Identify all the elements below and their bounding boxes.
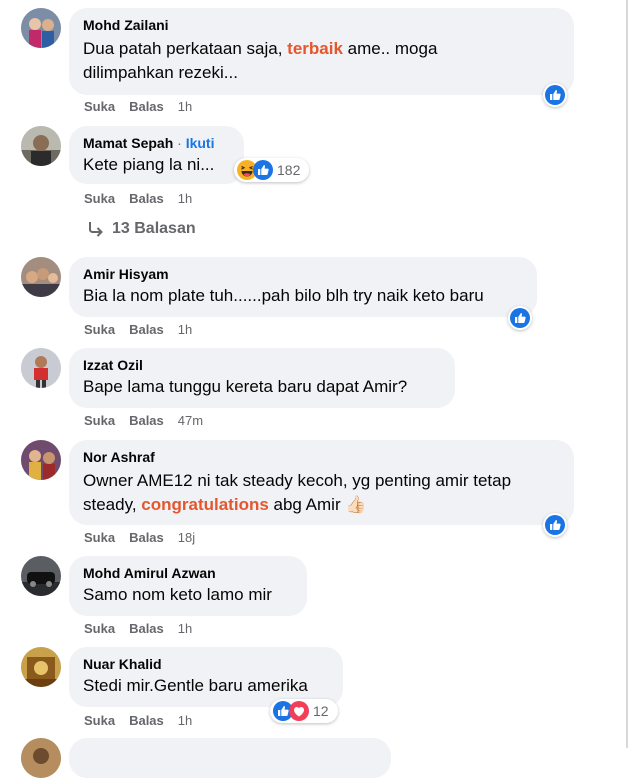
- comment-actions: Suka Balas 1h: [84, 322, 206, 338]
- highlighted-word: congratulations: [141, 495, 269, 514]
- avatar[interactable]: [21, 556, 61, 596]
- like-action[interactable]: Suka: [84, 191, 115, 207]
- comment-text-part: Owner AME12 ni tak steady kecoh, yg pent…: [83, 471, 512, 490]
- like-action[interactable]: Suka: [84, 621, 115, 637]
- avatar[interactable]: [21, 126, 61, 166]
- reaction-badge[interactable]: [543, 513, 567, 537]
- avatar[interactable]: [21, 348, 61, 388]
- timestamp[interactable]: 1h: [178, 322, 192, 338]
- reply-action[interactable]: Balas: [129, 322, 164, 338]
- like-action[interactable]: Suka: [84, 413, 115, 429]
- timestamp[interactable]: 47m: [178, 413, 203, 429]
- reaction-badge[interactable]: 182: [234, 158, 310, 182]
- reaction-count: 182: [277, 162, 301, 178]
- replies-count-label: 13 Balasan: [112, 220, 196, 237]
- comment-actions: Suka Balas 1h: [84, 713, 206, 729]
- reply-action[interactable]: Balas: [129, 713, 164, 729]
- like-action[interactable]: Suka: [84, 99, 115, 115]
- comment-text-part: Dua patah perkataan saja,: [83, 39, 288, 58]
- like-reaction-icon: [545, 85, 565, 105]
- comment-actions: Suka Balas 47m: [84, 413, 217, 429]
- avatar[interactable]: [21, 8, 61, 48]
- commenter-name[interactable]: Mohd Zailani: [83, 16, 560, 34]
- comment-text: Samo nom keto lamo mir: [83, 585, 272, 604]
- comment-text-part: abg Amir: [268, 495, 346, 514]
- like-reaction-icon: [545, 515, 565, 535]
- reply-arrow-icon: [89, 222, 103, 237]
- comment-text: Bia la nom plate tuh......pah bilo blh t…: [83, 286, 484, 305]
- love-reaction-icon: [289, 701, 309, 721]
- comment-bubble: Nuar Khalid Stedi mir.Gentle baru amerik…: [69, 647, 343, 707]
- comment-text: Dua patah perkataan saja, terbaik ame.. …: [83, 37, 560, 85]
- reaction-badge[interactable]: 12: [270, 699, 338, 723]
- comment-text: Stedi mir.Gentle baru amerika: [83, 676, 308, 695]
- comment-bubble: Izzat Ozil Bape lama tunggu kereta baru …: [69, 348, 455, 408]
- comment-text: Bape lama tunggu kereta baru dapat Amir?: [83, 377, 408, 396]
- timestamp[interactable]: 18j: [178, 530, 195, 546]
- separator-dot: ·: [173, 135, 186, 151]
- like-action[interactable]: Suka: [84, 322, 115, 338]
- commenter-name-row: Mamat Sepah · Ikuti: [83, 134, 230, 152]
- reply-action[interactable]: Balas: [129, 621, 164, 637]
- timestamp[interactable]: 1h: [178, 621, 192, 637]
- timestamp[interactable]: 1h: [178, 99, 192, 115]
- reply-action[interactable]: Balas: [129, 99, 164, 115]
- reaction-badge[interactable]: [508, 306, 532, 330]
- thumbs-up-emoji-icon: 👍🏻: [345, 495, 367, 514]
- view-replies-link[interactable]: 13 Balasan: [86, 219, 196, 239]
- commenter-name[interactable]: Nuar Khalid: [83, 655, 329, 673]
- comment-actions: Suka Balas 18j: [84, 530, 209, 546]
- comment-text-part: dilimpahkan rezeki...: [83, 63, 238, 82]
- comment-actions: Suka Balas 1h: [84, 191, 206, 207]
- comment-bubble: Mohd Amirul Azwan Samo nom keto lamo mir: [69, 556, 307, 616]
- reply-action[interactable]: Balas: [129, 530, 164, 546]
- timestamp[interactable]: 1h: [178, 713, 192, 729]
- commenter-name[interactable]: Izzat Ozil: [83, 356, 441, 374]
- comment-bubble: Nor Ashraf Owner AME12 ni tak steady kec…: [69, 440, 574, 525]
- timestamp[interactable]: 1h: [178, 191, 192, 207]
- like-action[interactable]: Suka: [84, 713, 115, 729]
- commenter-name[interactable]: Nor Ashraf: [83, 448, 560, 466]
- highlighted-word: terbaik: [287, 39, 343, 58]
- follow-button[interactable]: Ikuti: [186, 135, 215, 151]
- comment-actions: Suka Balas 1h: [84, 621, 206, 637]
- comment-text-part: steady,: [83, 495, 142, 514]
- avatar[interactable]: [21, 440, 61, 480]
- avatar[interactable]: [21, 257, 61, 297]
- reply-action[interactable]: Balas: [129, 413, 164, 429]
- comment-text: Kete piang la ni...: [83, 155, 215, 174]
- like-reaction-icon: [253, 160, 273, 180]
- like-reaction-icon: [510, 308, 530, 328]
- reply-action[interactable]: Balas: [129, 191, 164, 207]
- reaction-count: 12: [313, 703, 329, 719]
- comment-text-part: ame.. moga: [342, 39, 438, 58]
- comment-actions: Suka Balas 1h: [84, 99, 206, 115]
- commenter-name[interactable]: Mohd Amirul Azwan: [83, 564, 293, 582]
- avatar[interactable]: [21, 647, 61, 687]
- comment-bubble: Mamat Sepah · Ikuti Kete piang la ni...: [69, 126, 244, 184]
- comment-text: Owner AME12 ni tak steady kecoh, yg pent…: [83, 469, 560, 517]
- commenter-name[interactable]: Mamat Sepah: [83, 135, 173, 151]
- comment-bubble: Mohd Zailani Dua patah perkataan saja, t…: [69, 8, 574, 95]
- reaction-badge[interactable]: [543, 83, 567, 107]
- comment-bubble: [69, 738, 391, 778]
- avatar[interactable]: [21, 738, 61, 778]
- commenter-name[interactable]: Amir Hisyam: [83, 265, 523, 283]
- comment-bubble: Amir Hisyam Bia la nom plate tuh......pa…: [69, 257, 537, 317]
- like-action[interactable]: Suka: [84, 530, 115, 546]
